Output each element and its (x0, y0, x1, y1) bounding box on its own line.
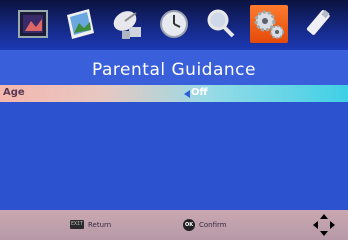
picture-icon[interactable] (16, 7, 50, 41)
return-hint: Return (88, 221, 112, 229)
ok-key-icon: OK (183, 219, 195, 231)
page-title: Parental Guidance (92, 60, 256, 80)
search-icon[interactable] (204, 7, 238, 41)
dpad-icon (313, 214, 335, 236)
menu-row-age[interactable] (0, 85, 348, 102)
confirm-hint: Confirm (199, 221, 227, 229)
arrow-left-icon[interactable] (184, 90, 190, 98)
channel-icon[interactable] (110, 7, 144, 41)
menu-icon-bar (0, 0, 348, 50)
usb-icon[interactable] (300, 7, 334, 41)
menu-content-area (0, 102, 348, 210)
footer-bar (0, 210, 348, 240)
clock-icon[interactable] (157, 7, 191, 41)
tv-menu-screen: Parental Guidance Age Off EXIT Return OK… (0, 0, 348, 240)
exit-key-icon: EXIT (70, 220, 84, 229)
photo-icon[interactable] (63, 7, 97, 41)
gear-icon[interactable] (250, 5, 288, 43)
menu-row-value[interactable]: Off (191, 87, 208, 98)
menu-row-label: Age (3, 87, 25, 98)
